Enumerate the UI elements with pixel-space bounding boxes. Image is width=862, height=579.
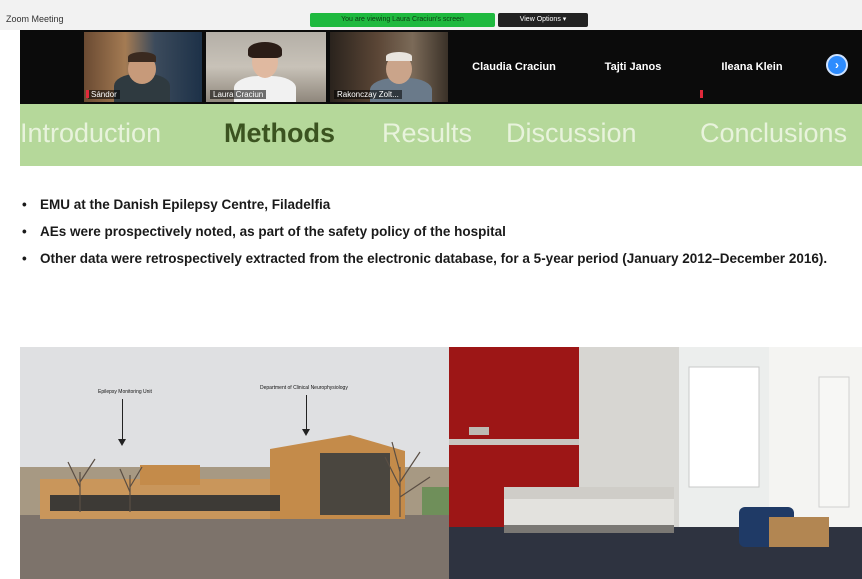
- chevron-right-icon: ›: [835, 58, 839, 72]
- participant-hair: [386, 52, 412, 61]
- participant-name: Laura Craciun: [210, 90, 267, 99]
- bullet-list: EMU at the Danish Epilepsy Centre, Filad…: [20, 196, 850, 277]
- participant-name: Claudia Craciun: [472, 61, 556, 73]
- bullet-item: Other data were retrospectively extracte…: [20, 250, 850, 267]
- participant-name: Sándor: [88, 90, 120, 99]
- participant-name-tile[interactable]: Tajti Janos: [580, 32, 686, 102]
- tab-introduction: Introduction: [20, 118, 162, 148]
- annotation-arrow: [306, 395, 307, 429]
- photo-annotation: Department of Clinical Neurophysiology: [260, 385, 348, 391]
- building-illustration: [20, 347, 449, 579]
- participant-name-tile[interactable]: Ileana Klein: [688, 32, 816, 102]
- slide-section-nav: Introduction Methods Results Discussion …: [20, 104, 862, 166]
- bullet-item: EMU at the Danish Epilepsy Centre, Filad…: [20, 196, 850, 213]
- arrow-down-icon: [118, 439, 126, 446]
- participant-video-tile[interactable]: Sándor: [84, 32, 202, 102]
- participant-name: Rakonczay Zolt...: [334, 90, 402, 99]
- mic-muted-icon: [700, 90, 703, 98]
- participant-hair: [248, 42, 282, 58]
- annotation-arrow: [122, 399, 123, 439]
- arrow-down-icon: [302, 429, 310, 436]
- room-illustration: [449, 347, 862, 579]
- tab-discussion: Discussion: [506, 118, 637, 148]
- participant-video-tile[interactable]: Laura Craciun: [206, 32, 326, 102]
- zoom-title-bar: Zoom Meeting You are viewing Laura Craci…: [0, 0, 862, 31]
- participant-name: Tajti Janos: [604, 61, 662, 73]
- screen-share-banner: You are viewing Laura Craciun's screen: [310, 13, 495, 27]
- slide-content: EMU at the Danish Epilepsy Centre, Filad…: [20, 166, 862, 346]
- participant-strip: Sándor Laura Craciun Rakonczay Zolt... C…: [20, 30, 862, 104]
- participant-name-tile[interactable]: Claudia Craciun: [450, 32, 578, 102]
- participant-name: Ileana Klein: [721, 61, 783, 73]
- hospital-building-photo: Epilepsy Monitoring Unit Department of C…: [20, 347, 449, 579]
- tab-methods: Methods: [224, 118, 335, 148]
- photo-annotation: Epilepsy Monitoring Unit: [98, 389, 152, 395]
- tab-results: Results: [382, 118, 473, 148]
- window-title: Zoom Meeting: [6, 14, 64, 24]
- next-page-button[interactable]: ›: [826, 54, 848, 76]
- patient-room-photo: [449, 347, 862, 579]
- window-left-margin: [0, 30, 20, 579]
- mic-muted-icon: [86, 90, 89, 98]
- view-options-button[interactable]: View Options ▾: [498, 13, 588, 27]
- bullet-item: AEs were prospectively noted, as part of…: [20, 223, 850, 240]
- tab-conclusions: Conclusions: [700, 118, 848, 148]
- participant-hair: [128, 52, 156, 62]
- participant-video-tile[interactable]: Rakonczay Zolt...: [330, 32, 448, 102]
